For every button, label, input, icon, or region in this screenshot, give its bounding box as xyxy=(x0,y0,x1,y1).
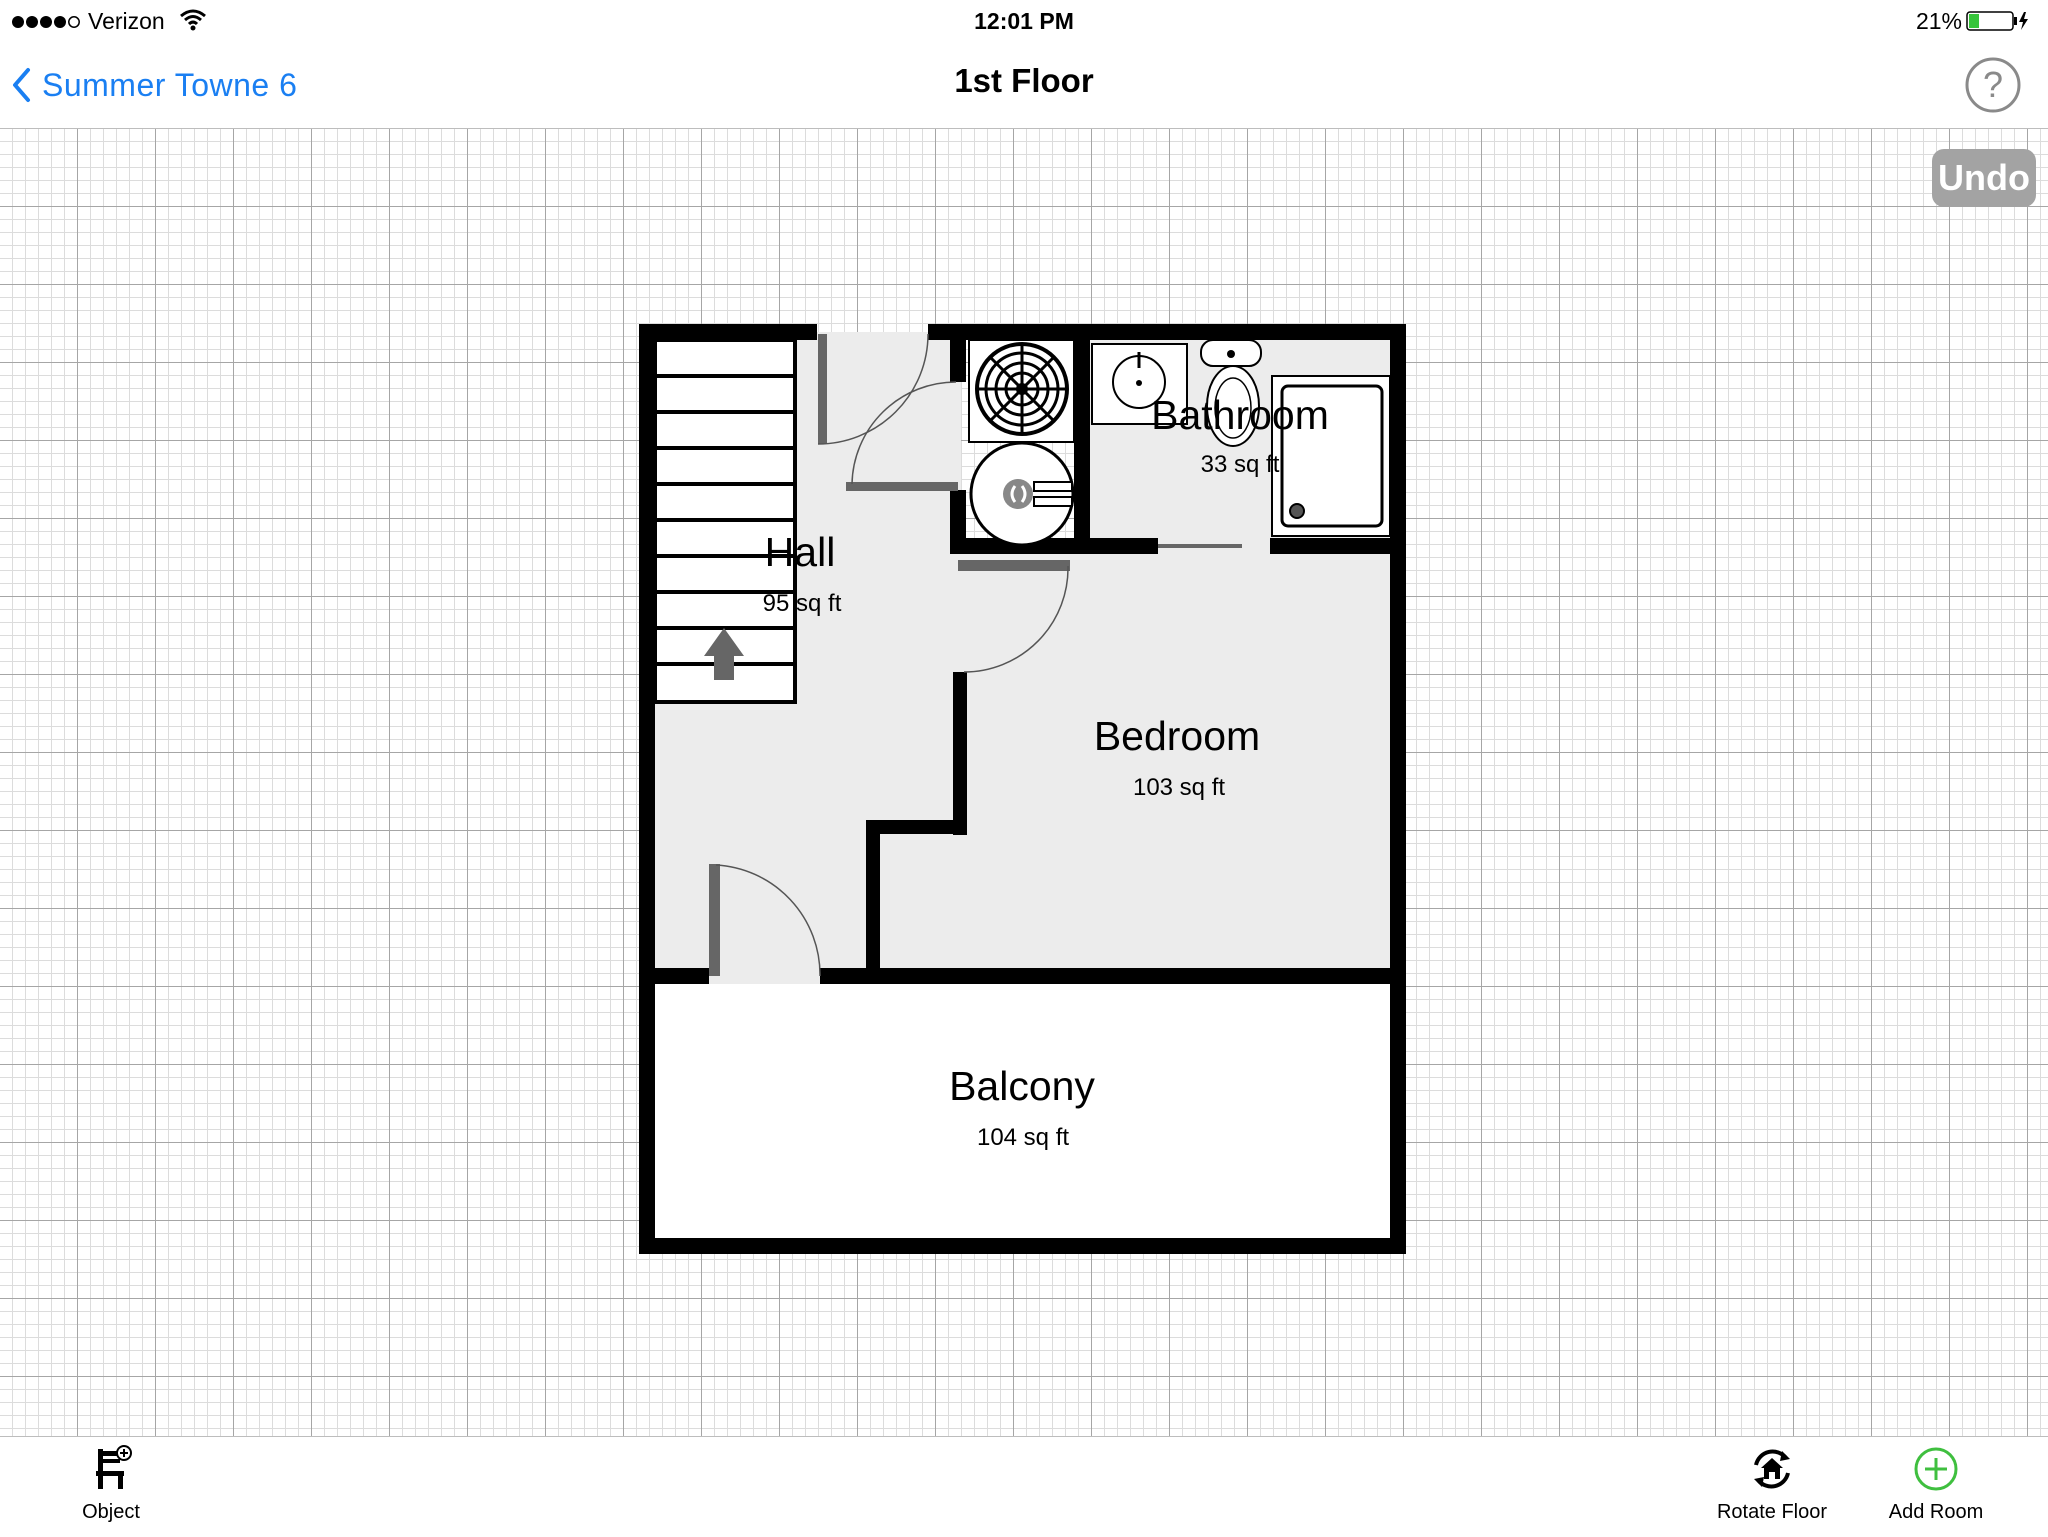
question-circle-icon[interactable]: ? xyxy=(1964,56,2022,114)
clock-time: 12:01 PM xyxy=(974,8,1074,34)
outer-wall-top-left xyxy=(639,324,817,340)
undo-button[interactable]: Undo xyxy=(1932,149,2036,207)
room-label-bedroom: Bedroom xyxy=(1094,713,1260,759)
room-area-bathroom: 33 sq ft xyxy=(1201,451,1280,478)
outer-wall-bottom xyxy=(639,1238,1406,1254)
room-label-balcony: Balcony xyxy=(949,1063,1095,1109)
hall-bedroom-wall-step xyxy=(866,820,967,834)
bottom-toolbar: Object Rotate Floor Add Room xyxy=(0,1436,2048,1537)
navigation-bar: Summer Towne 6 1st Floor ? xyxy=(0,42,2048,129)
chair-add-icon xyxy=(96,1445,132,1489)
battery-charging-icon xyxy=(1966,11,2028,31)
outer-wall-right xyxy=(1390,324,1406,1254)
bath-wall-left xyxy=(1074,332,1090,554)
rotate-floor-label: Rotate Floor xyxy=(1716,1501,1828,1523)
floorplan-drawing[interactable]: Hall 95 sq ft Bathroom 33 sq ft Bedroom … xyxy=(0,129,2048,1436)
page-title: 1st Floor xyxy=(954,62,1094,99)
add-room-label: Add Room xyxy=(1888,1501,1984,1523)
svg-text:?: ? xyxy=(1983,64,2003,105)
rotate-floor-button[interactable]: Rotate Floor xyxy=(1697,1445,1847,1524)
staircase[interactable] xyxy=(653,338,797,704)
room-area-bedroom: 103 sq ft xyxy=(1133,774,1225,801)
battery-percent: 21% xyxy=(1915,8,1962,34)
water-heater-icon[interactable] xyxy=(969,441,1075,547)
room-label-hall: Hall xyxy=(765,529,836,575)
add-object-label: Object xyxy=(82,1501,140,1523)
outer-wall-top-right xyxy=(928,324,1406,340)
status-bar: Verizon 12:01 PM 21% xyxy=(0,0,2048,42)
balcony-wall-left xyxy=(639,968,709,984)
room-label-bathroom: Bathroom xyxy=(1151,392,1329,438)
add-object-button[interactable]: Object xyxy=(36,1445,186,1524)
room-area-balcony: 104 sq ft xyxy=(977,1124,1069,1151)
floorplan-canvas[interactable]: Hall 95 sq ft Bathroom 33 sq ft Bedroom … xyxy=(0,129,2048,1436)
bath-wall-bottom-right xyxy=(1270,538,1406,554)
room-area-hall: 95 sq ft xyxy=(763,590,842,617)
rotate-house-icon xyxy=(1754,1449,1790,1489)
plus-circle-icon xyxy=(1914,1447,1958,1491)
hall-bedroom-wall-lower xyxy=(866,820,880,976)
closet-wall-bottom xyxy=(950,538,1158,554)
furnace-fan-icon[interactable] xyxy=(968,339,1075,443)
balcony-wall-right xyxy=(820,968,1406,984)
balcony-room-shape[interactable] xyxy=(647,976,1398,1244)
outer-wall-left xyxy=(639,324,655,1254)
closet-wall-left xyxy=(950,332,966,382)
add-room-button[interactable]: Add Room xyxy=(1861,1445,2011,1524)
hall-bedroom-wall-upper xyxy=(953,672,967,835)
